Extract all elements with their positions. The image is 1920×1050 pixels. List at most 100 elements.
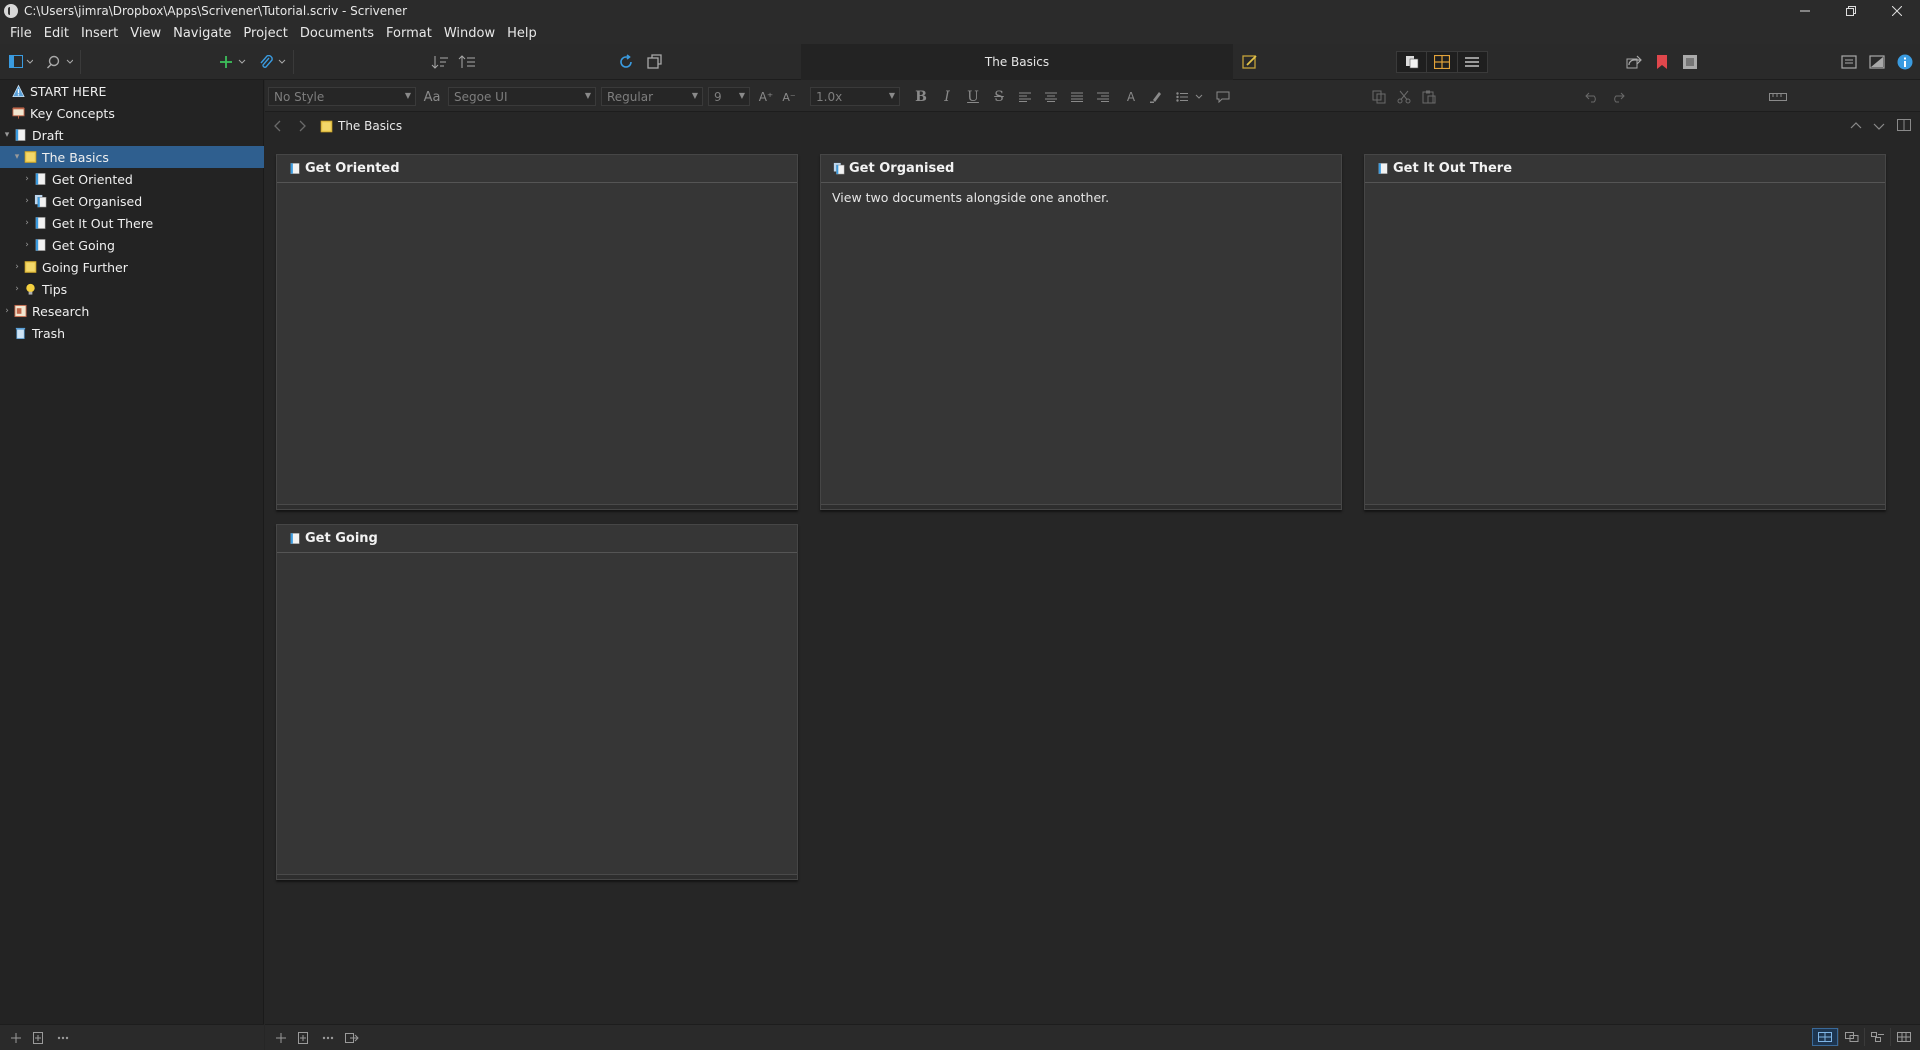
binder-item-get-going[interactable]: › Get Going: [0, 234, 264, 256]
grid-layout-icon[interactable]: [1812, 1028, 1838, 1046]
sync-icon[interactable]: [615, 52, 637, 72]
index-card-synopsis[interactable]: [277, 553, 797, 567]
paperclip-icon[interactable]: [258, 52, 288, 72]
copy-icon[interactable]: [1368, 88, 1390, 106]
label-rows-icon[interactable]: [1864, 1028, 1890, 1046]
font-size-select[interactable]: 9 ▼: [708, 87, 750, 106]
composition-mode-icon[interactable]: [1866, 52, 1888, 72]
italic-button[interactable]: I: [936, 88, 958, 106]
index-card[interactable]: Get Going: [276, 524, 798, 880]
inspector-print-icon[interactable]: [1838, 52, 1860, 72]
index-card-synopsis[interactable]: View two documents alongside one another…: [821, 183, 1341, 212]
corkboard-view-button[interactable]: [1427, 52, 1458, 72]
line-spacing-select[interactable]: 1.0x ▼: [810, 87, 900, 106]
compile-icon[interactable]: [1680, 52, 1700, 72]
strikethrough-button[interactable]: S: [988, 88, 1010, 106]
binder-item-get-organised[interactable]: › Get Organised: [0, 190, 264, 212]
info-icon[interactable]: [1894, 52, 1916, 72]
add-icon[interactable]: [8, 1029, 24, 1047]
cut-icon[interactable]: [1393, 88, 1415, 106]
menu-format[interactable]: Format: [380, 26, 438, 41]
paste-icon[interactable]: [1418, 88, 1440, 106]
binder-item-start-here[interactable]: START HERE: [0, 80, 264, 102]
menu-edit[interactable]: Edit: [38, 26, 75, 41]
index-card[interactable]: Get It Out There: [1364, 154, 1886, 510]
text-color-button[interactable]: A: [1120, 88, 1142, 106]
search-icon[interactable]: [45, 52, 75, 72]
add-item-button[interactable]: [218, 52, 248, 72]
align-right-icon[interactable]: [1092, 88, 1114, 106]
index-card-title[interactable]: Get It Out There: [1393, 161, 1512, 176]
chevron-right-icon[interactable]: ›: [22, 174, 32, 184]
share-icon[interactable]: [1624, 52, 1644, 72]
snapshot-icon[interactable]: [643, 52, 665, 72]
more-options-icon[interactable]: [319, 1029, 337, 1047]
close-button[interactable]: [1874, 0, 1920, 22]
underline-button[interactable]: U: [962, 88, 984, 106]
binder-toggle-button[interactable]: [6, 52, 36, 72]
align-left-icon[interactable]: [1014, 88, 1036, 106]
undo-icon[interactable]: [1581, 88, 1603, 106]
back-arrow-icon[interactable]: [273, 119, 283, 136]
chevron-right-icon[interactable]: ›: [22, 196, 32, 206]
align-center-icon[interactable]: [1040, 88, 1062, 106]
binder-item-research[interactable]: › Research: [0, 300, 264, 322]
outliner-view-button[interactable]: [1458, 52, 1487, 72]
export-icon[interactable]: [343, 1029, 361, 1047]
redo-icon[interactable]: [1607, 88, 1629, 106]
compact-grid-icon[interactable]: [1890, 1028, 1916, 1046]
chevron-right-icon[interactable]: ›: [22, 240, 32, 250]
move-up-icon[interactable]: [455, 52, 479, 72]
scrivenings-view-button[interactable]: [1397, 52, 1428, 72]
chevron-right-icon[interactable]: ›: [22, 218, 32, 228]
minimize-button[interactable]: [1782, 0, 1828, 22]
add-folder-icon[interactable]: [295, 1029, 311, 1047]
chevron-down-icon[interactable]: ▾: [2, 130, 12, 140]
menu-insert[interactable]: Insert: [75, 26, 124, 41]
align-justify-icon[interactable]: [1066, 88, 1088, 106]
chevron-down-icon[interactable]: [1873, 120, 1885, 134]
index-card-title[interactable]: Get Going: [305, 531, 378, 546]
binder-item-the-basics[interactable]: ▾ The Basics: [0, 146, 264, 168]
breadcrumb[interactable]: The Basics: [320, 119, 402, 133]
scrivener-app-icon[interactable]: [4, 4, 18, 18]
index-card-synopsis[interactable]: [277, 183, 797, 197]
move-down-icon[interactable]: [428, 52, 452, 72]
binder-item-draft[interactable]: ▾ Draft: [0, 124, 264, 146]
index-card[interactable]: Get Oriented: [276, 154, 798, 510]
list-bullets-icon[interactable]: [1173, 88, 1207, 106]
menu-help[interactable]: Help: [501, 26, 543, 41]
index-card-title[interactable]: Get Organised: [849, 161, 954, 176]
add-card-icon[interactable]: [273, 1029, 289, 1047]
chevron-right-icon[interactable]: ›: [12, 262, 22, 272]
decrease-font-size-button[interactable]: A⁻: [778, 88, 800, 106]
binder-item-trash[interactable]: Trash: [0, 322, 264, 344]
split-editor-icon[interactable]: [1897, 119, 1911, 134]
index-card-title[interactable]: Get Oriented: [305, 161, 400, 176]
bold-button[interactable]: B: [910, 88, 932, 106]
add-folder-icon[interactable]: [30, 1029, 46, 1047]
index-card-synopsis[interactable]: [1365, 183, 1885, 197]
binder-item-tips[interactable]: › Tips: [0, 278, 264, 300]
highlighter-icon[interactable]: [1145, 88, 1167, 106]
comment-icon[interactable]: [1212, 88, 1234, 106]
notes-icon[interactable]: [1240, 52, 1260, 72]
binder-item-get-oriented[interactable]: › Get Oriented: [0, 168, 264, 190]
chevron-down-icon[interactable]: ▾: [12, 152, 22, 162]
binder-item-get-it-out-there[interactable]: › Get It Out There: [0, 212, 264, 234]
menu-documents[interactable]: Documents: [294, 26, 380, 41]
increase-font-size-button[interactable]: A⁺: [755, 88, 777, 106]
more-options-icon[interactable]: [54, 1029, 72, 1047]
ruler-icon[interactable]: [1765, 88, 1791, 106]
restore-button[interactable]: [1828, 0, 1874, 22]
fonts-panel-button[interactable]: Aa: [421, 88, 443, 106]
binder-item-going-further[interactable]: › Going Further: [0, 256, 264, 278]
font-family-select[interactable]: Segoe UI ▼: [448, 87, 596, 106]
freeform-layout-icon[interactable]: [1838, 1028, 1864, 1046]
chevron-right-icon[interactable]: ›: [12, 284, 22, 294]
forward-arrow-icon[interactable]: [297, 119, 307, 136]
chevron-up-icon[interactable]: [1850, 120, 1862, 134]
paragraph-style-select[interactable]: No Style ▼: [268, 87, 416, 106]
menu-navigate[interactable]: Navigate: [167, 26, 237, 41]
index-card[interactable]: Get Organised View two documents alongsi…: [820, 154, 1342, 510]
